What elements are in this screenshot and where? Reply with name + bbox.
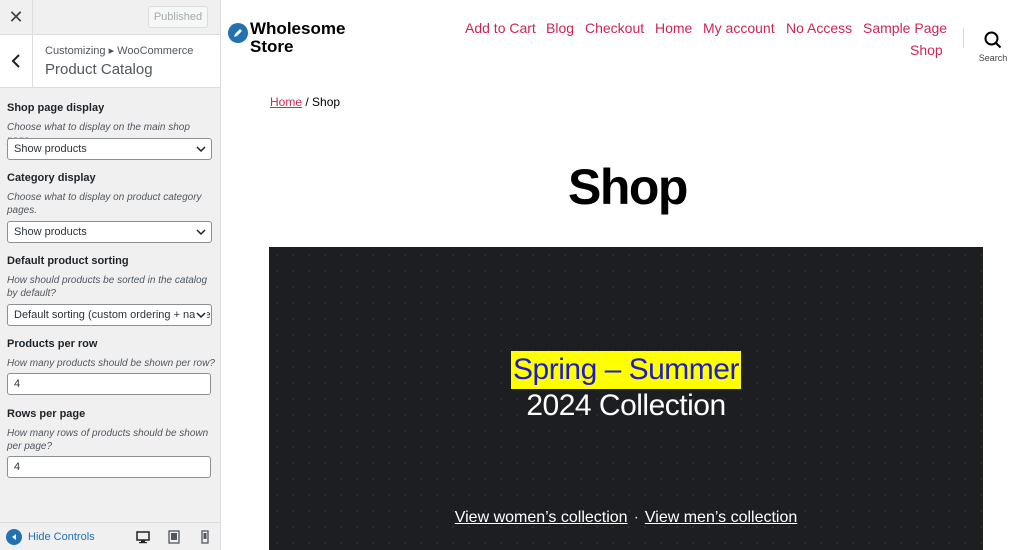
hero-heading: 2024 Collection [526, 389, 726, 422]
chevron-down-icon [195, 143, 207, 155]
nav-link-sample-page[interactable]: Sample Page [863, 20, 947, 36]
hide-controls-button[interactable]: Hide Controls [6, 529, 95, 545]
page-title: Shop [568, 159, 688, 215]
back-button[interactable] [0, 35, 33, 87]
nav-link-home[interactable]: Home [655, 20, 692, 36]
nav-link-add-to-cart[interactable]: Add to Cart [465, 20, 536, 36]
site-title[interactable]: Wholesome Store [250, 20, 380, 56]
view-mens-collection-link[interactable]: View men’s collection [645, 509, 797, 526]
hero-heading-highlight: Spring – Summer [511, 351, 741, 389]
select-value: Default sorting (custom ordering + name) [14, 309, 212, 321]
section-title: Product Catalog [45, 61, 153, 78]
nav-divider [963, 28, 964, 48]
shop-page-display-select[interactable]: Show products [7, 138, 212, 160]
chevron-left-icon [11, 54, 20, 68]
search-label: Search [978, 53, 1008, 63]
nav-link-my-account[interactable]: My account [703, 20, 775, 36]
hero-banner: Spring – Summer 2024 Collection View wom… [269, 247, 983, 550]
customizer-header: ✕ Published [0, 0, 220, 35]
view-womens-collection-link[interactable]: View women’s collection [455, 509, 628, 526]
control-desc-products-per-row: How many products should be shown per ro… [7, 358, 215, 369]
desktop-preview-icon[interactable] [136, 530, 150, 544]
customizer-breadcrumb: Customizing ▸ WooCommerce [45, 45, 194, 57]
category-display-select[interactable]: Show products [7, 221, 212, 243]
breadcrumb-home-link[interactable]: Home [270, 95, 302, 109]
breadcrumb: Home / Shop [270, 95, 340, 109]
close-icon: ✕ [8, 6, 24, 27]
control-desc-category-display: Choose what to display on product catego… [7, 192, 202, 216]
site-preview: Wholesome Store Add to Cart Blog Checkou… [221, 0, 1024, 550]
control-label-rows-per-page: Rows per page [7, 408, 86, 420]
collapse-icon [6, 529, 22, 545]
hide-controls-label: Hide Controls [28, 531, 95, 543]
nav-link-checkout[interactable]: Checkout [585, 20, 644, 36]
control-desc-default-sorting: How should products be sorted in the cat… [7, 275, 208, 299]
chevron-down-icon [195, 309, 207, 321]
select-value: Show products [14, 226, 87, 238]
close-customizer-button[interactable]: ✕ [0, 0, 33, 34]
nav-link-blog[interactable]: Blog [546, 20, 574, 36]
mobile-preview-icon[interactable] [198, 530, 212, 544]
link-separator: · [633, 509, 639, 526]
search-toggle[interactable]: Search [978, 29, 1008, 65]
control-label-category-display: Category display [7, 172, 96, 184]
breadcrumb-current: Shop [312, 95, 341, 109]
search-icon [984, 31, 1002, 49]
control-label-shop-page-display: Shop page display [7, 102, 105, 114]
default-sorting-select[interactable]: Default sorting (custom ordering + name) [7, 304, 212, 326]
breadcrumb-separator: / [302, 95, 313, 109]
section-header: Customizing ▸ WooCommerce Product Catalo… [0, 35, 220, 88]
nav-link-shop[interactable]: Shop [910, 42, 943, 58]
rows-per-page-input[interactable]: 4 [7, 456, 211, 478]
site-logo-icon[interactable] [228, 23, 248, 43]
chevron-down-icon [195, 226, 207, 238]
nav-link-no-access[interactable]: No Access [786, 20, 852, 36]
customizer-footer: Hide Controls [0, 522, 220, 550]
products-per-row-input[interactable]: 4 [7, 373, 211, 395]
publish-button[interactable]: Published [148, 6, 208, 28]
control-label-default-sorting: Default product sorting [7, 255, 129, 267]
tablet-preview-icon[interactable] [167, 530, 181, 544]
hero-links: View women’s collection · View men’s colle… [269, 509, 983, 527]
control-desc-rows-per-page: How many rows of products should be show… [7, 428, 209, 452]
control-label-products-per-row: Products per row [7, 338, 98, 350]
customizer-sidebar: ✕ Published Customizing ▸ WooCommerce Pr… [0, 0, 221, 550]
select-value: Show products [14, 143, 87, 155]
